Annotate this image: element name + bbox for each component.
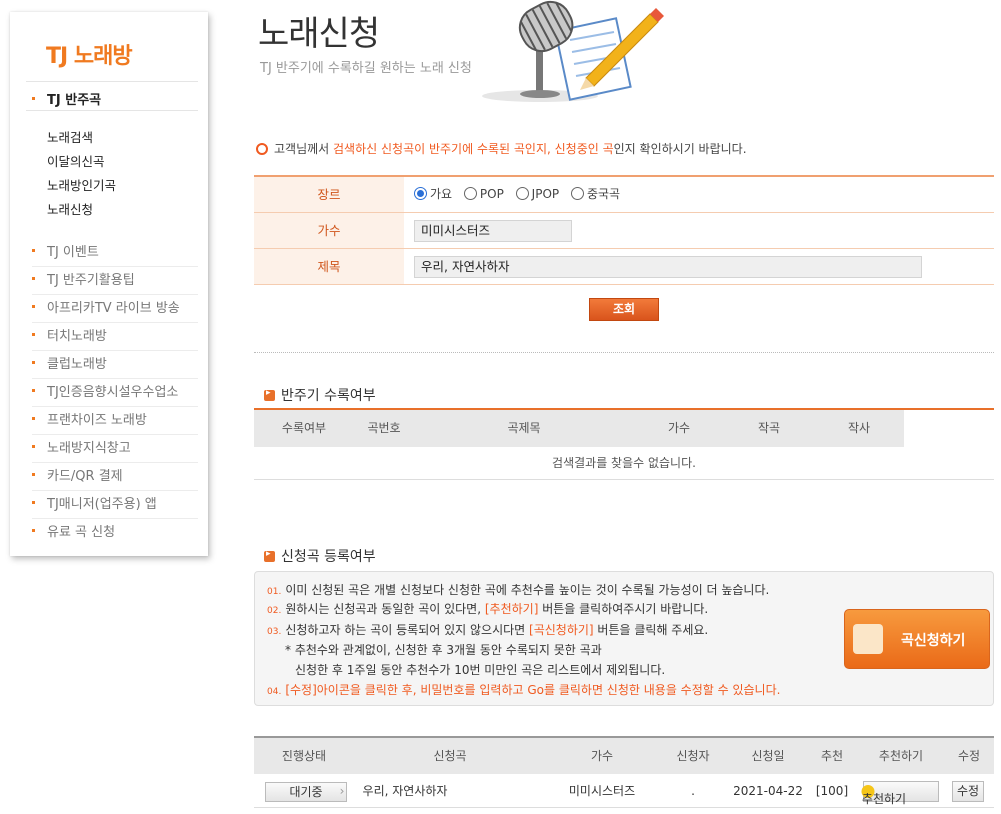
bullet-icon bbox=[32, 473, 35, 476]
radio-icon bbox=[463, 187, 477, 200]
circle-icon bbox=[256, 142, 268, 155]
search-notice: 고객님께서 검색하신 신청곡이 반주기에 수록된 곡인지, 신청중인 곡인지 확… bbox=[256, 140, 747, 157]
arrow-icon bbox=[264, 388, 275, 401]
info-note-2: 신청한 후 1주일 동안 추천수가 10번 미만인 곡은 리스트에서 제외됩니다… bbox=[295, 663, 666, 677]
sidebar-item-club[interactable]: 클럽노래방 bbox=[32, 351, 198, 379]
col-requester: 신청자 bbox=[676, 749, 710, 763]
col-recommend-count: 추천 bbox=[820, 749, 844, 763]
recommend-button[interactable]: 추천하기 bbox=[861, 781, 939, 806]
col-requested-song: 신청곡 bbox=[433, 749, 467, 763]
singer-input[interactable]: 미미시스터즈 bbox=[414, 220, 572, 242]
request-table-header: 진행상태 신청곡 가수 신청자 신청일 추천 추천하기 수정 bbox=[254, 738, 994, 774]
col-status: 진행상태 bbox=[281, 749, 327, 763]
result-table: 수록여부 곡번호 곡제목 가수 작곡 작사 검색결과를 찾을수 없습니다. bbox=[254, 408, 994, 480]
col-composer: 작곡 bbox=[757, 421, 781, 435]
divider bbox=[254, 352, 994, 353]
page-subtitle: TJ 반주기에 수록하길 원하는 노래 신청 bbox=[260, 61, 472, 76]
sidebar-item-afreecatv[interactable]: 아프리카TV 라이브 방송 bbox=[32, 295, 198, 323]
status-badge[interactable]: 대기중 bbox=[265, 782, 347, 802]
info-line-4: 04. [수정]아이콘을 클릭한 후, 비밀번호를 입력하고 Go를 클릭하면 신… bbox=[267, 683, 781, 697]
sidebar-item-manager-app[interactable]: TJ매니저(업주용) 앱 bbox=[32, 491, 198, 519]
singer-label: 가수 bbox=[254, 213, 404, 248]
col-request-date: 신청일 bbox=[751, 749, 785, 763]
col-song-title: 곡제목 bbox=[507, 421, 541, 435]
sidebar-sub-popular[interactable]: 노래방인기곡 bbox=[47, 175, 116, 194]
bullet-icon bbox=[32, 277, 35, 280]
genre-radio-chinese[interactable]: 중국곡 bbox=[570, 177, 620, 212]
radio-checked-icon bbox=[414, 187, 427, 200]
chevron-right-icon: › bbox=[339, 784, 345, 798]
divider bbox=[26, 81, 198, 82]
sidebar-item-franchise[interactable]: 프랜차이즈 노래방 bbox=[32, 407, 198, 435]
row-song: 우리, 자연사하자 bbox=[362, 784, 448, 798]
col-singer: 가수 bbox=[590, 749, 614, 763]
title-input[interactable]: 우리, 자연사하자 bbox=[414, 256, 922, 278]
sidebar-sub-song-request[interactable]: 노래신청 bbox=[47, 199, 93, 218]
sidebar-item-knowledge[interactable]: 노래방지식창고 bbox=[32, 435, 198, 463]
bullet-icon bbox=[32, 361, 35, 364]
search-button[interactable]: 조회 bbox=[589, 298, 659, 321]
info-line-2: 02. 원하시는 신청곡과 동일한 곡이 있다면, [추천하기] 버튼을 클릭하여… bbox=[267, 602, 709, 616]
sidebar-logo[interactable]: TJ 노래방 bbox=[46, 38, 133, 70]
divider bbox=[26, 110, 198, 111]
singer-row: 가수 미미시스터즈 bbox=[254, 213, 994, 249]
sidebar-sub-new-songs[interactable]: 이달의신곡 bbox=[47, 151, 105, 170]
bullet-icon bbox=[32, 417, 35, 420]
title-row: 제목 우리, 자연사하자 bbox=[254, 249, 994, 285]
bullet-icon bbox=[32, 529, 35, 532]
col-included: 수록여부 bbox=[281, 421, 327, 435]
genre-radio-group: 가요 POP JPOP 중국곡 bbox=[414, 177, 628, 212]
song-search-form: 장르 가요 POP JPOP 중국곡 가수 미미시스터즈 제목 우리, 자연사하… bbox=[254, 175, 994, 285]
bullet-icon bbox=[32, 333, 35, 336]
col-singer: 가수 bbox=[667, 421, 691, 435]
sidebar-item-touch[interactable]: 터치노래방 bbox=[32, 323, 198, 351]
sidebar-item-tips[interactable]: TJ 반주기활용팁 bbox=[32, 267, 198, 295]
sidebar-item-paid-request[interactable]: 유료 곡 신청 bbox=[32, 519, 198, 547]
col-edit: 수정 bbox=[957, 749, 981, 763]
table-row: 대기중 › 우리, 자연사하자 미미시스터즈 . 2021-04-22 [100… bbox=[254, 774, 994, 808]
sidebar-item-payment[interactable]: 카드/QR 결제 bbox=[32, 463, 198, 491]
row-singer: 미미시스터즈 bbox=[568, 784, 636, 798]
sidebar: TJ 노래방 TJ 반주곡 노래검색 이달의신곡 노래방인기곡 노래신청 TJ … bbox=[10, 12, 208, 556]
bullet-icon bbox=[32, 249, 35, 252]
sidebar-section-title[interactable]: TJ 반주곡 bbox=[32, 89, 101, 108]
edit-button[interactable]: 수정 bbox=[952, 781, 984, 802]
info-line-3: 03. 신청하고자 하는 곡이 등록되어 있지 않으시다면 [곡신청하기] 버튼을… bbox=[267, 623, 709, 637]
col-lyricist: 작사 bbox=[847, 421, 871, 435]
pencil-note-icon bbox=[853, 624, 883, 654]
info-line-1: 01. 이미 신청된 곡은 개별 신청보다 신청한 곡에 추천수를 높이는 것이 … bbox=[267, 583, 770, 597]
bullet-icon bbox=[32, 501, 35, 504]
title-label: 제목 bbox=[254, 249, 404, 284]
col-song-number: 곡번호 bbox=[367, 421, 401, 435]
row-date: 2021-04-22 bbox=[733, 784, 803, 798]
request-song-button[interactable]: 곡신청하기 bbox=[844, 609, 990, 669]
sidebar-item-certified[interactable]: TJ인증음향시설우수업소 bbox=[32, 379, 198, 407]
bullet-icon bbox=[32, 97, 35, 100]
genre-row: 장르 가요 POP JPOP 중국곡 bbox=[254, 177, 994, 213]
request-table: 진행상태 신청곡 가수 신청자 신청일 추천 추천하기 수정 대기중 › 우리,… bbox=[254, 736, 994, 808]
empty-message: 검색결과를 찾을수 없습니다. bbox=[254, 447, 994, 480]
result-table-header: 수록여부 곡번호 곡제목 가수 작곡 작사 bbox=[254, 410, 904, 447]
info-note-1: * 추천수와 관계없이, 신청한 후 3개월 동안 수록되지 못한 곡과 bbox=[285, 643, 602, 657]
sidebar-item-event[interactable]: TJ 이벤트 bbox=[32, 239, 198, 267]
radio-icon bbox=[570, 187, 584, 200]
genre-label: 장르 bbox=[254, 177, 404, 212]
request-info-box: 01. 이미 신청된 곡은 개별 신청보다 신청한 곡에 추천수를 높이는 것이 … bbox=[254, 571, 994, 706]
microphone-pencil-illustration bbox=[482, 0, 664, 102]
col-recommend: 추천하기 bbox=[878, 749, 924, 763]
page-title: 노래신청 bbox=[258, 14, 380, 54]
genre-radio-jpop[interactable]: JPOP bbox=[515, 177, 559, 212]
bullet-icon bbox=[32, 389, 35, 392]
sidebar-sub-song-search[interactable]: 노래검색 bbox=[47, 127, 93, 146]
radio-icon bbox=[515, 187, 529, 200]
result-section-title: 반주기 수록여부 bbox=[264, 385, 376, 405]
bullet-icon bbox=[32, 305, 35, 308]
genre-radio-pop[interactable]: POP bbox=[463, 177, 504, 212]
row-recommend-count: [100] bbox=[815, 784, 849, 798]
row-requester: . bbox=[691, 784, 695, 798]
bullet-icon bbox=[32, 445, 35, 448]
genre-radio-kpop[interactable]: 가요 bbox=[414, 177, 452, 212]
requests-section-title: 신청곡 등록여부 bbox=[264, 546, 376, 566]
arrow-icon bbox=[264, 549, 275, 562]
